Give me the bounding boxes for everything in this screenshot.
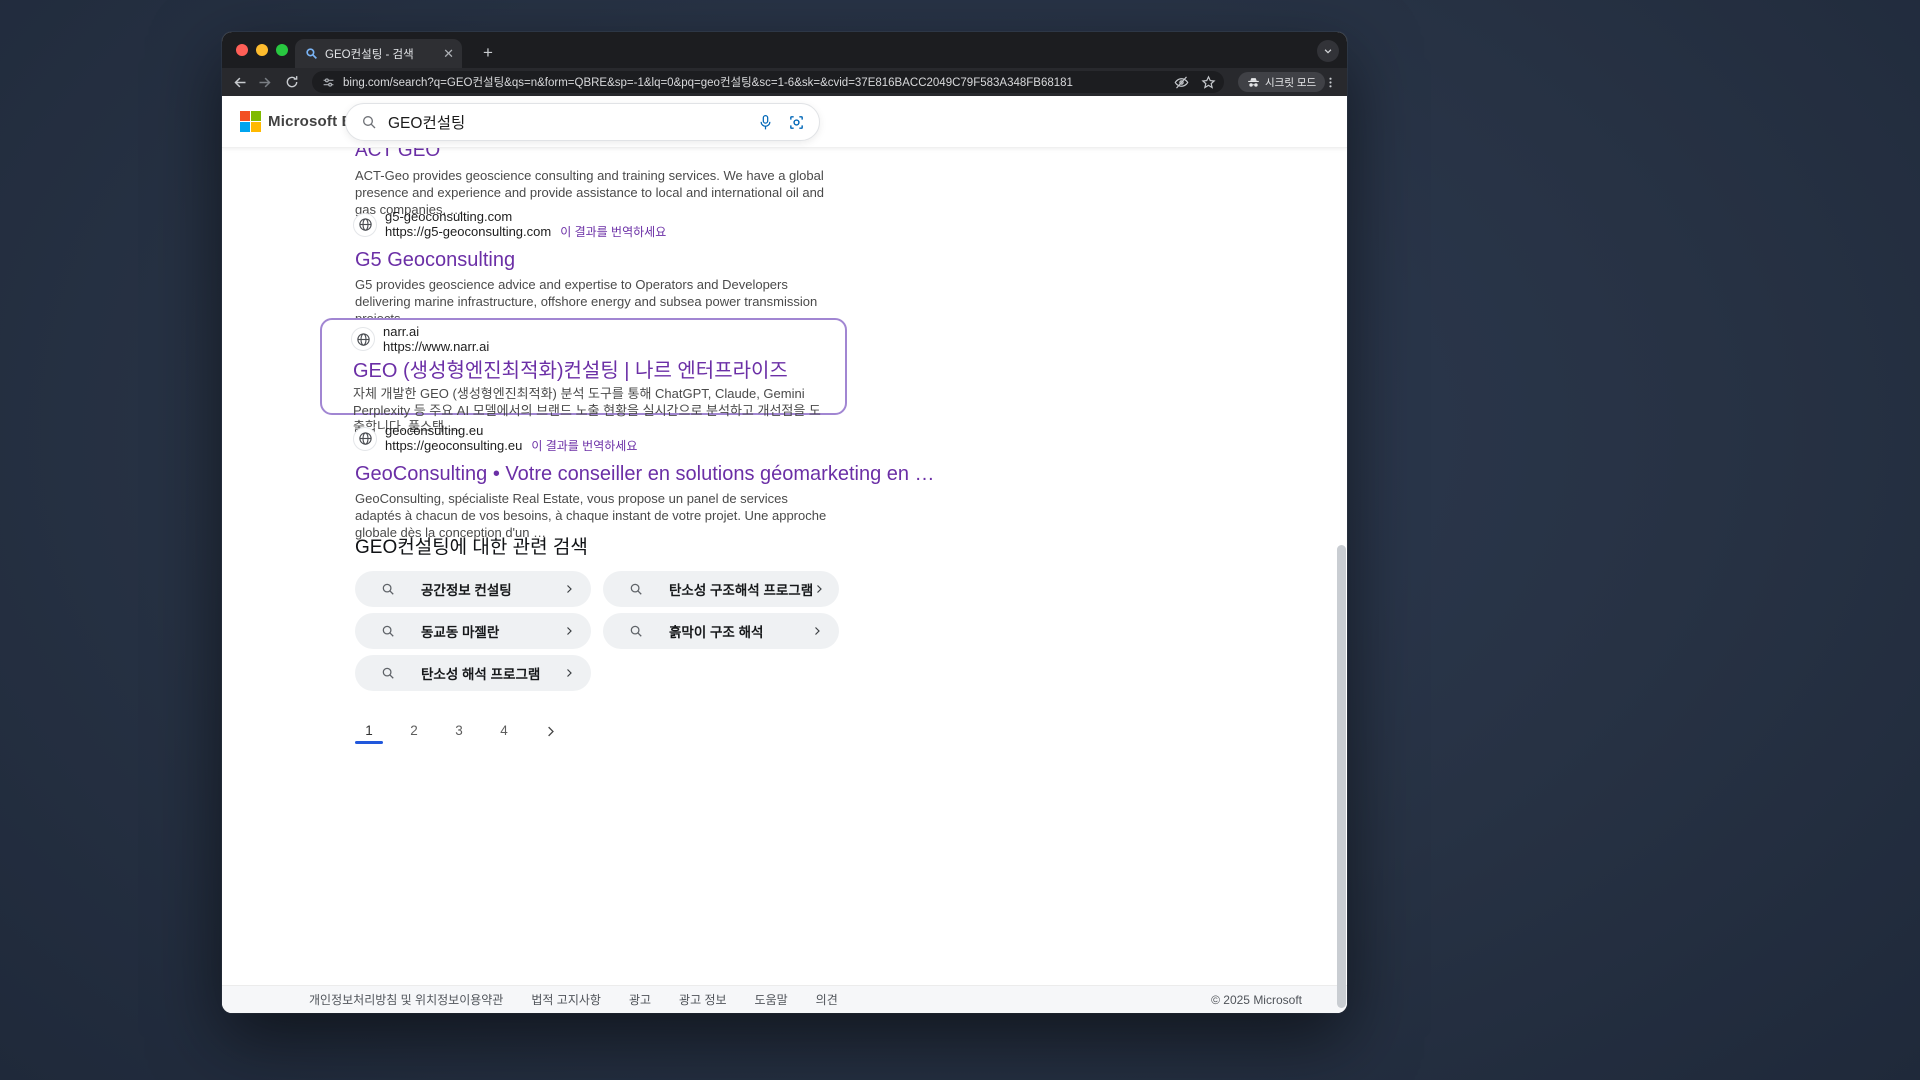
- bing-footer: 개인정보처리방침 및 위치정보이용약관 법적 고지사항 광고 광고 정보 도움말…: [222, 985, 1347, 1013]
- chevron-right-icon: [813, 583, 825, 595]
- search-icon: [381, 624, 395, 638]
- browser-toolbar: bing.com/search?q=GEO컨설팅&qs=n&form=QBRE&…: [222, 68, 1347, 96]
- result-title-link[interactable]: GeoConsulting • Votre conseiller en solu…: [355, 463, 829, 485]
- globe-favicon-icon: [353, 427, 377, 451]
- tab-favicon-search-icon: [305, 47, 318, 60]
- bing-header: Microsoft Bing: [222, 96, 1347, 148]
- footer-link-legal[interactable]: 법적 고지사항: [531, 991, 601, 1008]
- incognito-label: 시크릿 모드: [1265, 75, 1316, 90]
- copyright-text: © 2025 Microsoft: [1211, 993, 1302, 1007]
- search-icon: [629, 582, 643, 596]
- search-icon: [381, 666, 395, 680]
- search-result: geoconsulting.eu https://geoconsulting.e…: [355, 423, 829, 541]
- related-search-pill[interactable]: 흙막이 구조 해석: [603, 613, 839, 649]
- microphone-icon[interactable]: [758, 114, 773, 131]
- active-tab[interactable]: GEO컨설팅 - 검색 ✕: [295, 39, 462, 68]
- tab-search-chevron-icon[interactable]: [1317, 40, 1339, 62]
- new-tab-button[interactable]: +: [474, 39, 502, 67]
- related-searches: 공간정보 컨설팅 탄소성 구조해석 프로그램 동교동 마젤란 흙막이 구조 해석: [355, 571, 839, 691]
- tab-title: GEO컨설팅 - 검색: [325, 46, 436, 62]
- related-searches-heading: GEO컨설팅에 대한 관련 검색: [355, 532, 588, 559]
- footer-link-ads[interactable]: 광고: [629, 991, 651, 1008]
- translate-link[interactable]: 이 결과를 번역하세요: [560, 225, 666, 240]
- chevron-right-icon: [563, 583, 575, 595]
- reload-icon[interactable]: [280, 70, 304, 94]
- zoom-window-button[interactable]: [276, 44, 288, 56]
- pagination: 1 2 3 4: [355, 723, 558, 744]
- globe-favicon-icon: [351, 327, 375, 351]
- translate-link[interactable]: 이 결과를 번역하세요: [531, 439, 637, 454]
- search-icon: [381, 582, 395, 596]
- highlighted-result-box[interactable]: narr.ai https://www.narr.ai GEO (생성형엔진최적…: [320, 318, 847, 415]
- chevron-right-icon: [811, 625, 823, 637]
- footer-link-ad-info[interactable]: 광고 정보: [679, 991, 727, 1008]
- result-url[interactable]: https://www.narr.ai: [383, 339, 489, 354]
- browser-menu-icon[interactable]: [1320, 72, 1340, 92]
- page-2[interactable]: 2: [400, 723, 428, 744]
- incognito-icon: [1247, 77, 1260, 88]
- close-tab-icon[interactable]: ✕: [443, 47, 454, 60]
- result-site-name[interactable]: geoconsulting.eu: [385, 423, 637, 438]
- back-icon[interactable]: [228, 70, 252, 94]
- related-search-pill[interactable]: 탄소성 구조해석 프로그램: [603, 571, 839, 607]
- eye-off-icon[interactable]: [1174, 75, 1189, 90]
- browser-window: GEO컨설팅 - 검색 ✕ +: [222, 32, 1347, 1013]
- result-site-name[interactable]: g5-geoconsulting.com: [385, 209, 666, 224]
- bing-results-page: Microsoft Bing: [222, 96, 1347, 1013]
- page-1[interactable]: 1: [355, 723, 383, 744]
- search-icon: [629, 624, 643, 638]
- search-icon: [361, 114, 377, 130]
- page-4[interactable]: 4: [490, 723, 518, 744]
- related-search-pill[interactable]: 공간정보 컨설팅: [355, 571, 591, 607]
- close-window-button[interactable]: [236, 44, 248, 56]
- footer-link-feedback[interactable]: 의견: [816, 991, 838, 1008]
- minimize-window-button[interactable]: [256, 44, 268, 56]
- search-result: ACT GEO ACT-Geo provides geoscience cons…: [355, 140, 829, 218]
- result-title-link[interactable]: G5 Geoconsulting: [355, 249, 829, 271]
- address-bar[interactable]: bing.com/search?q=GEO컨설팅&qs=n&form=QBRE&…: [312, 71, 1224, 93]
- window-controls: [236, 44, 288, 56]
- search-result: g5-geoconsulting.com https://g5-geoconsu…: [355, 209, 829, 327]
- footer-link-privacy[interactable]: 개인정보처리방침 및 위치정보이용약관: [309, 991, 503, 1008]
- result-url[interactable]: https://g5-geoconsulting.com: [385, 224, 551, 239]
- result-url[interactable]: https://geoconsulting.eu: [385, 438, 522, 453]
- related-search-pill[interactable]: 탄소성 해석 프로그램: [355, 655, 591, 691]
- search-input[interactable]: [388, 113, 758, 131]
- related-search-pill[interactable]: 동교동 마젤란: [355, 613, 591, 649]
- result-title-link[interactable]: GEO (생성형엔진최적화)컨설팅 | 나르 엔터프라이즈: [353, 360, 827, 382]
- microsoft-logo-icon: [240, 111, 261, 132]
- scrollbar-thumb[interactable]: [1337, 545, 1346, 1008]
- footer-link-help[interactable]: 도움말: [755, 991, 788, 1008]
- url-text[interactable]: bing.com/search?q=GEO컨설팅&qs=n&form=QBRE&…: [343, 74, 1174, 90]
- search-box[interactable]: [345, 103, 820, 141]
- tab-strip: GEO컨설팅 - 검색 ✕ +: [222, 32, 1347, 68]
- site-settings-icon[interactable]: [322, 76, 335, 89]
- bookmark-star-icon[interactable]: [1201, 75, 1216, 90]
- visual-search-camera-icon[interactable]: [788, 114, 805, 131]
- globe-favicon-icon: [353, 213, 377, 237]
- result-site-name[interactable]: narr.ai: [383, 324, 489, 339]
- page-3[interactable]: 3: [445, 723, 473, 744]
- forward-icon[interactable]: [252, 70, 276, 94]
- chevron-right-icon: [563, 667, 575, 679]
- chevron-right-icon: [563, 625, 575, 637]
- incognito-badge[interactable]: 시크릿 모드: [1238, 72, 1325, 92]
- next-page-icon[interactable]: [543, 724, 558, 739]
